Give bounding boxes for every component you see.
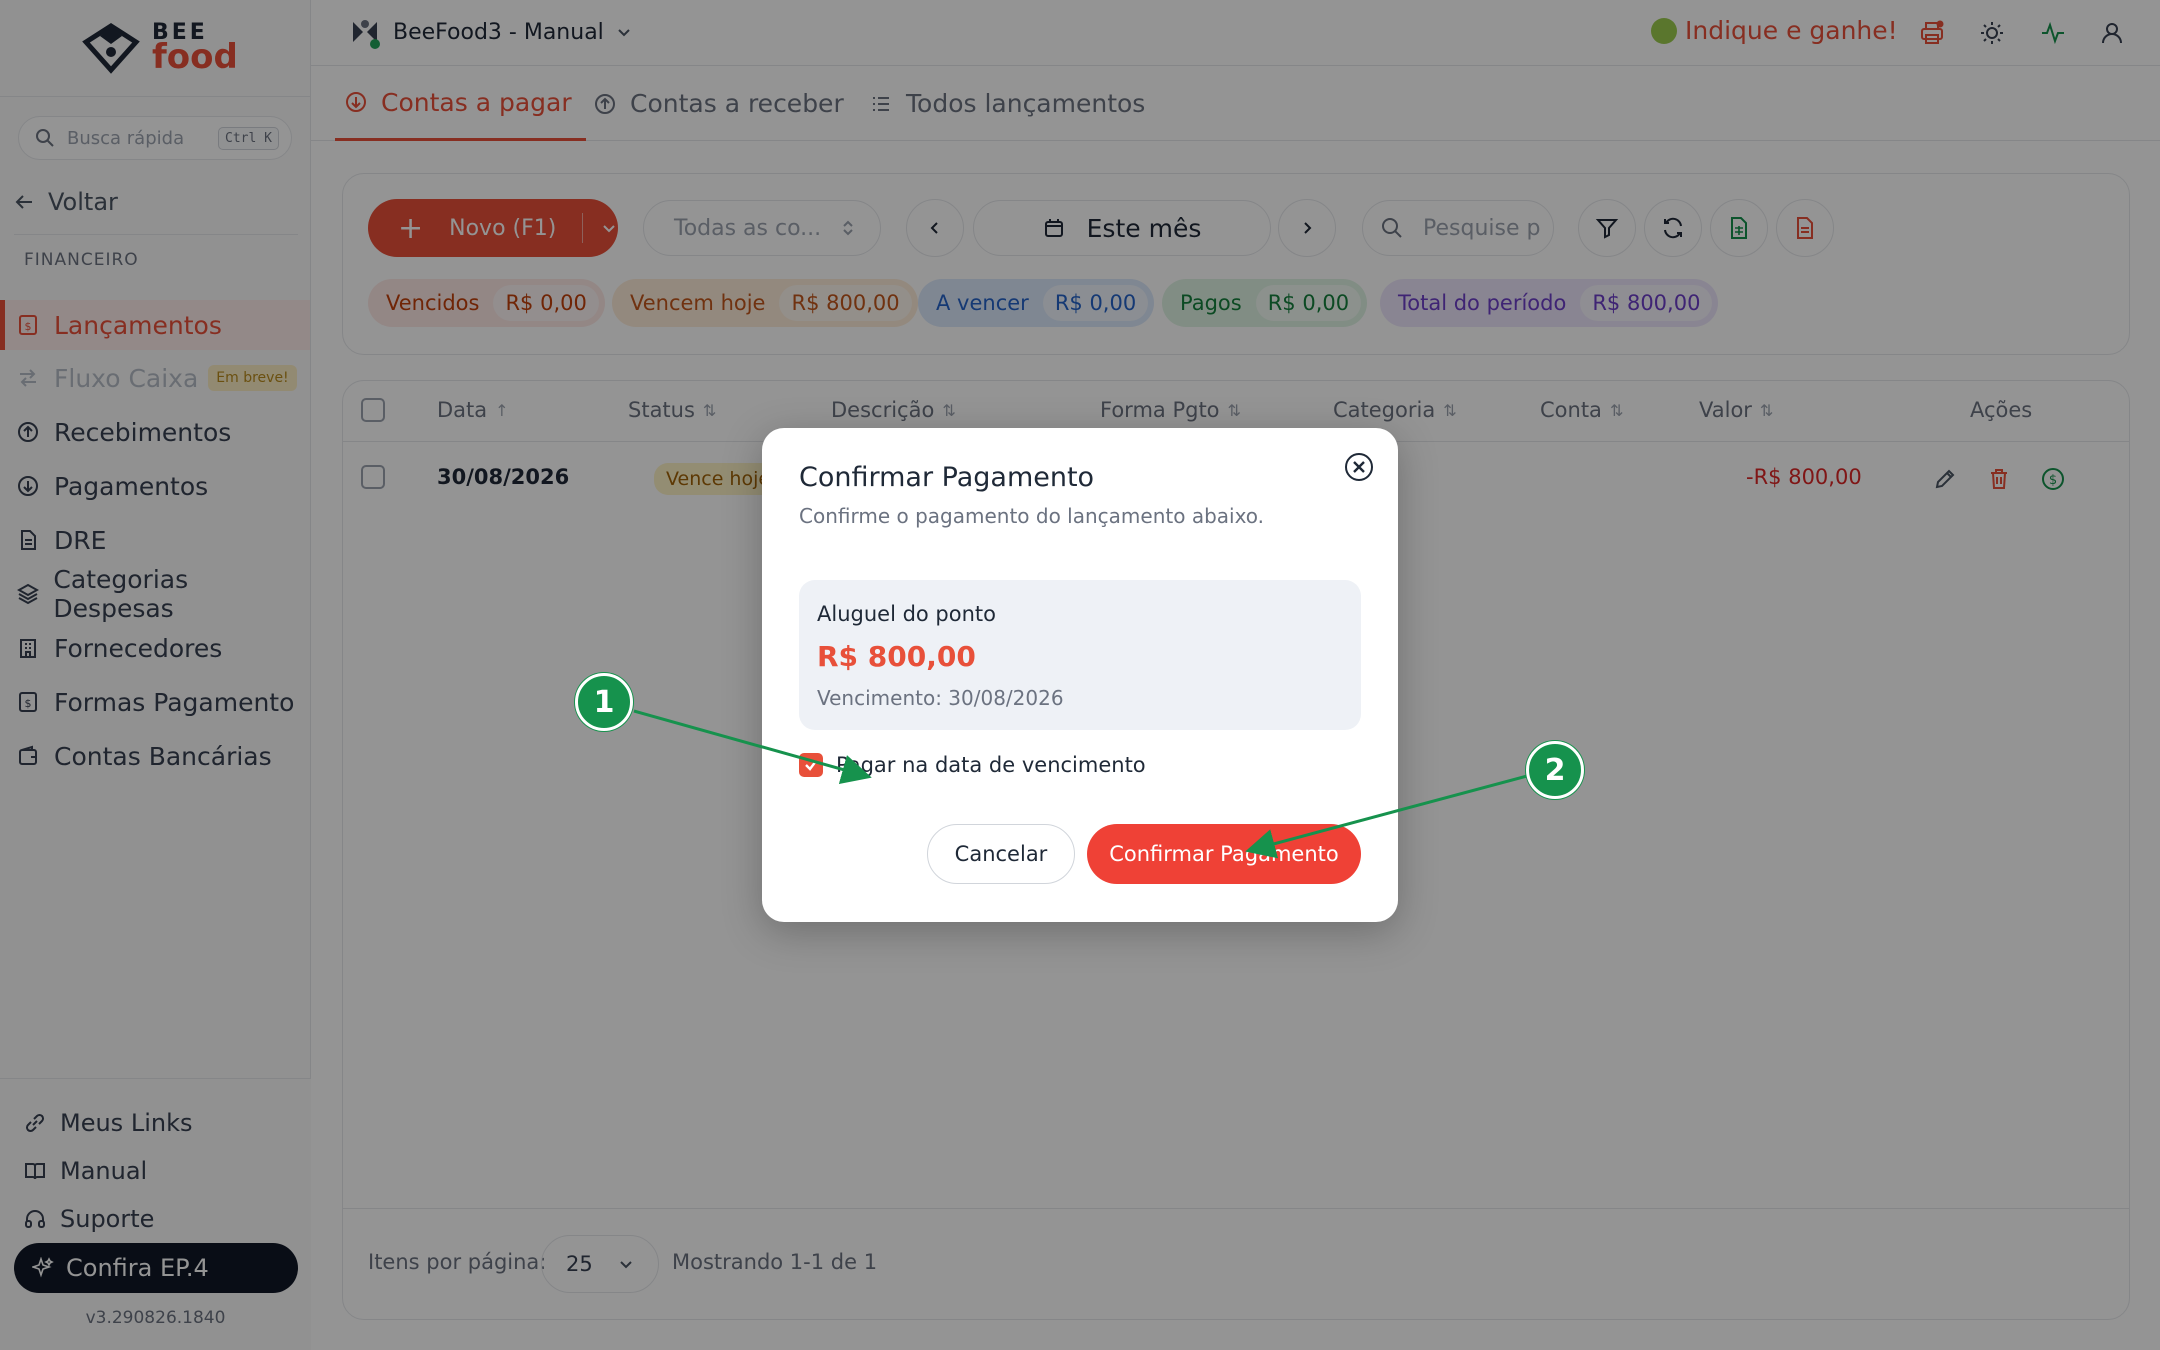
confirm-payment-button[interactable]: Confirmar Pagamento (1087, 824, 1361, 884)
cancel-button[interactable]: Cancelar (927, 824, 1075, 884)
annotation-callout-1: 1 (575, 673, 633, 731)
entry-amount: R$ 800,00 (817, 640, 976, 673)
pay-on-due-date-label[interactable]: Pagar na data de vencimento (836, 753, 1146, 777)
entry-due-date: Vencimento: 30/08/2026 (817, 686, 1064, 710)
entry-description: Aluguel do ponto (817, 602, 997, 626)
confirm-payment-dialog: Confirmar Pagamento Confirme o pagamento… (762, 428, 1398, 922)
dialog-subtitle: Confirme o pagamento do lançamento abaix… (799, 504, 1265, 528)
close-icon[interactable] (1345, 453, 1373, 481)
dialog-title: Confirmar Pagamento (799, 462, 1095, 493)
entry-summary: Aluguel do ponto R$ 800,00 Vencimento: 3… (799, 580, 1361, 730)
check-icon (805, 760, 817, 771)
annotation-callout-2: 2 (1526, 741, 1584, 799)
pay-on-due-date-checkbox[interactable] (799, 753, 823, 777)
